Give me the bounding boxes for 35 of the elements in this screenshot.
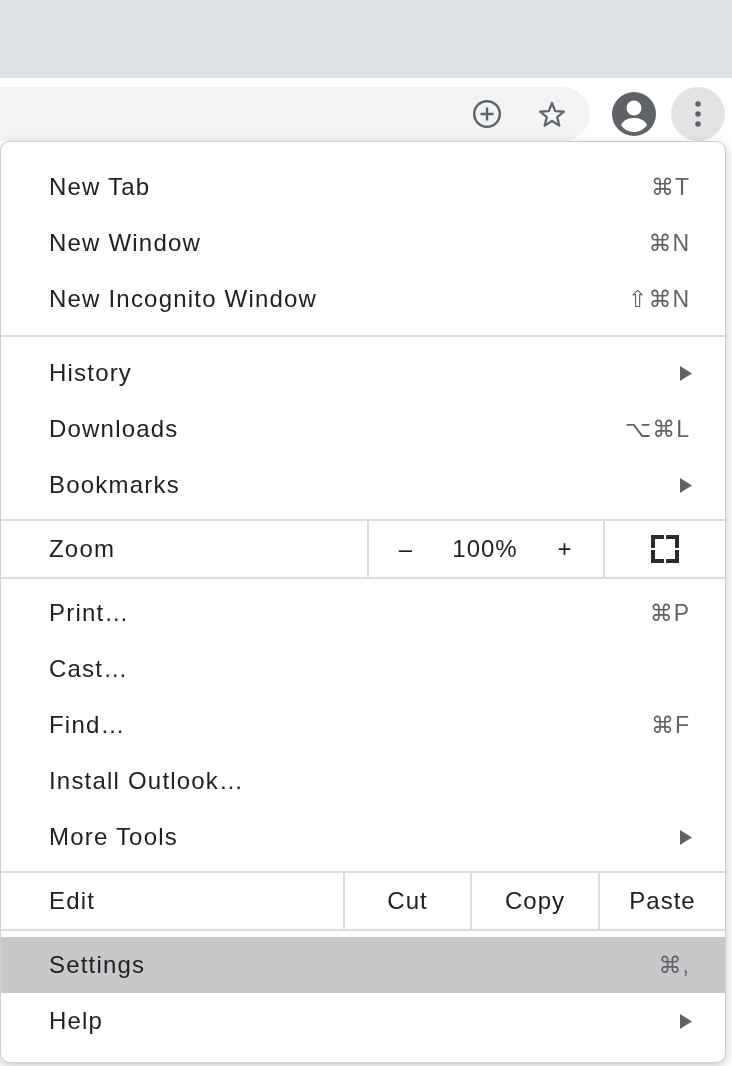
keyboard-shortcut: ⌥⌘L [624, 415, 691, 443]
menu-item[interactable]: More Tools [1, 809, 725, 865]
zoom-level-text: 100% [451, 534, 519, 564]
address-field[interactable] [0, 87, 590, 141]
keyboard-shortcut: ⇧⌘N [628, 285, 691, 313]
zoom-out-button[interactable]: – [369, 521, 443, 577]
menu-item[interactable]: Find… ⌘F [1, 697, 725, 753]
edit-action-button[interactable]: Copy [470, 873, 598, 929]
menu-item[interactable]: Downloads ⌥⌘L [1, 401, 725, 457]
edit-action-button[interactable]: Cut [343, 873, 470, 929]
menu-item[interactable]: Cast… [1, 641, 725, 697]
menu-item[interactable]: New Incognito Window ⇧⌘N [1, 271, 725, 327]
menu-item[interactable]: New Window ⌘N [1, 215, 725, 271]
menu-item[interactable]: Install Outlook… [1, 753, 725, 809]
menu-item[interactable]: Print… ⌘P [1, 585, 725, 641]
zoom-in-button[interactable]: + [527, 521, 603, 577]
menu-item[interactable]: New Tab ⌘T [1, 159, 725, 215]
keyboard-shortcut: ⌘P [649, 599, 691, 627]
edit-action-button[interactable]: Paste [598, 873, 725, 929]
fullscreen-icon [651, 535, 679, 563]
keyboard-shortcut: ⌘F [650, 711, 691, 739]
menu-item[interactable]: History [1, 345, 725, 401]
plus-circle-icon[interactable] [473, 100, 501, 128]
keyboard-shortcut: ⌘, [658, 951, 691, 979]
menu-button[interactable] [671, 87, 725, 141]
menu-item[interactable]: Help [1, 993, 725, 1049]
keyboard-shortcut: ⌘T [650, 173, 691, 201]
zoom-label: Zoom [48, 534, 117, 564]
edit-label: Edit [48, 886, 97, 916]
menu-item[interactable]: Bookmarks [1, 457, 725, 513]
menu-item[interactable]: Settings ⌘, [1, 937, 725, 993]
keyboard-shortcut: ⌘N [648, 229, 691, 257]
star-icon[interactable] [538, 100, 566, 128]
avatar-icon[interactable] [612, 92, 656, 136]
vertical-dots-icon [695, 101, 701, 127]
